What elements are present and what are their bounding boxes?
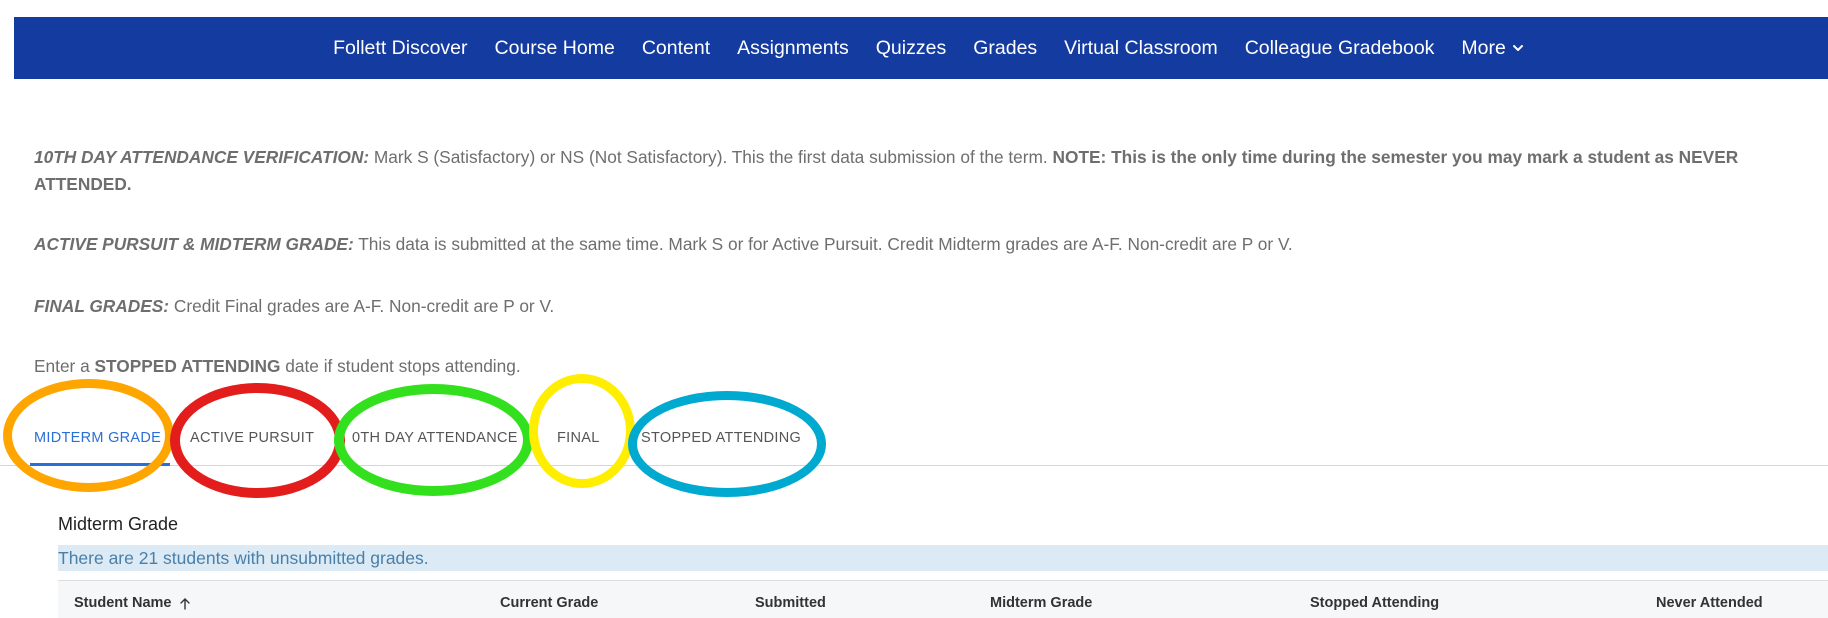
grade-tabs: MIDTERM GRADE ACTIVE PURSUIT 0TH DAY ATT…: [0, 400, 1828, 466]
grading-instructions: 10TH DAY ATTENDANCE VERIFICATION: Mark S…: [34, 144, 1824, 380]
instruction-final-grades-text: Credit Final grades are A-F. Non-credit …: [169, 296, 555, 316]
column-header-stopped-attending[interactable]: Stopped Attending: [1310, 595, 1439, 611]
active-tab-indicator: [30, 463, 170, 466]
column-header-never-attended[interactable]: Never Attended: [1656, 595, 1763, 611]
column-header-submitted[interactable]: Submitted: [755, 595, 826, 611]
instruction-final-grades-label: FINAL GRADES:: [34, 296, 170, 316]
nav-item-assignments[interactable]: Assignments: [737, 37, 849, 60]
nav-item-colleague-gradebook[interactable]: Colleague Gradebook: [1245, 37, 1435, 60]
instruction-stopped-strong: STOPPED ATTENDING: [94, 356, 281, 376]
nav-item-quizzes[interactable]: Quizzes: [876, 37, 946, 60]
grade-table-header: Student Name Current Grade Submitted Mid…: [58, 580, 1828, 618]
instruction-stopped-attending: Enter a STOPPED ATTENDING date if studen…: [34, 353, 1824, 380]
chevron-down-icon: [1512, 45, 1523, 51]
tab-10th-day-attendance[interactable]: 0TH DAY ATTENDANCE: [352, 430, 518, 446]
section-title: Midterm Grade: [58, 514, 179, 534]
instruction-10th-day-label: 10TH DAY ATTENDANCE VERIFICATION:: [34, 147, 370, 167]
page: Follett Discover Course Home Content Ass…: [0, 0, 1828, 618]
instruction-10th-day-text: Mark S (Satisfactory) or NS (Not Satisfa…: [369, 147, 1053, 167]
nav-item-grades[interactable]: Grades: [973, 37, 1037, 60]
tab-midterm-grade[interactable]: MIDTERM GRADE: [34, 430, 161, 446]
nav-item-course-home[interactable]: Course Home: [495, 37, 615, 60]
column-header-student-name[interactable]: Student Name: [74, 595, 191, 611]
unsubmitted-alert: There are 21 students with unsubmitted g…: [58, 545, 1828, 571]
column-header-current-grade[interactable]: Current Grade: [500, 595, 598, 611]
nav-item-virtual-classroom[interactable]: Virtual Classroom: [1064, 37, 1218, 60]
column-header-midterm-grade[interactable]: Midterm Grade: [990, 595, 1092, 611]
instruction-10th-day: 10TH DAY ATTENDANCE VERIFICATION: Mark S…: [34, 144, 1824, 198]
instruction-stopped-pre: Enter a: [34, 356, 95, 376]
instruction-stopped-post: date if student stops attending.: [280, 356, 521, 376]
tab-stopped-attending[interactable]: STOPPED ATTENDING: [641, 430, 801, 446]
instruction-active-pursuit-label: ACTIVE PURSUIT & MIDTERM GRADE:: [34, 234, 354, 254]
tab-final[interactable]: FINAL: [557, 430, 600, 446]
course-navbar: Follett Discover Course Home Content Ass…: [14, 17, 1828, 79]
instruction-active-pursuit-text: This data is submitted at the same time.…: [353, 234, 1293, 254]
instruction-final-grades: FINAL GRADES: Credit Final grades are A-…: [34, 293, 1824, 320]
tab-active-pursuit[interactable]: ACTIVE PURSUIT: [190, 430, 314, 446]
nav-item-content[interactable]: Content: [642, 37, 710, 60]
nav-item-follett-discover[interactable]: Follett Discover: [333, 37, 467, 60]
nav-item-more[interactable]: More: [1461, 37, 1523, 60]
instruction-active-pursuit: ACTIVE PURSUIT & MIDTERM GRADE: This dat…: [34, 231, 1824, 258]
nav-item-more-label: More: [1461, 36, 1506, 59]
sort-ascending-icon: [179, 597, 190, 610]
column-header-student-name-label: Student Name: [74, 595, 172, 611]
nav-list: Follett Discover Course Home Content Ass…: [333, 37, 1524, 60]
